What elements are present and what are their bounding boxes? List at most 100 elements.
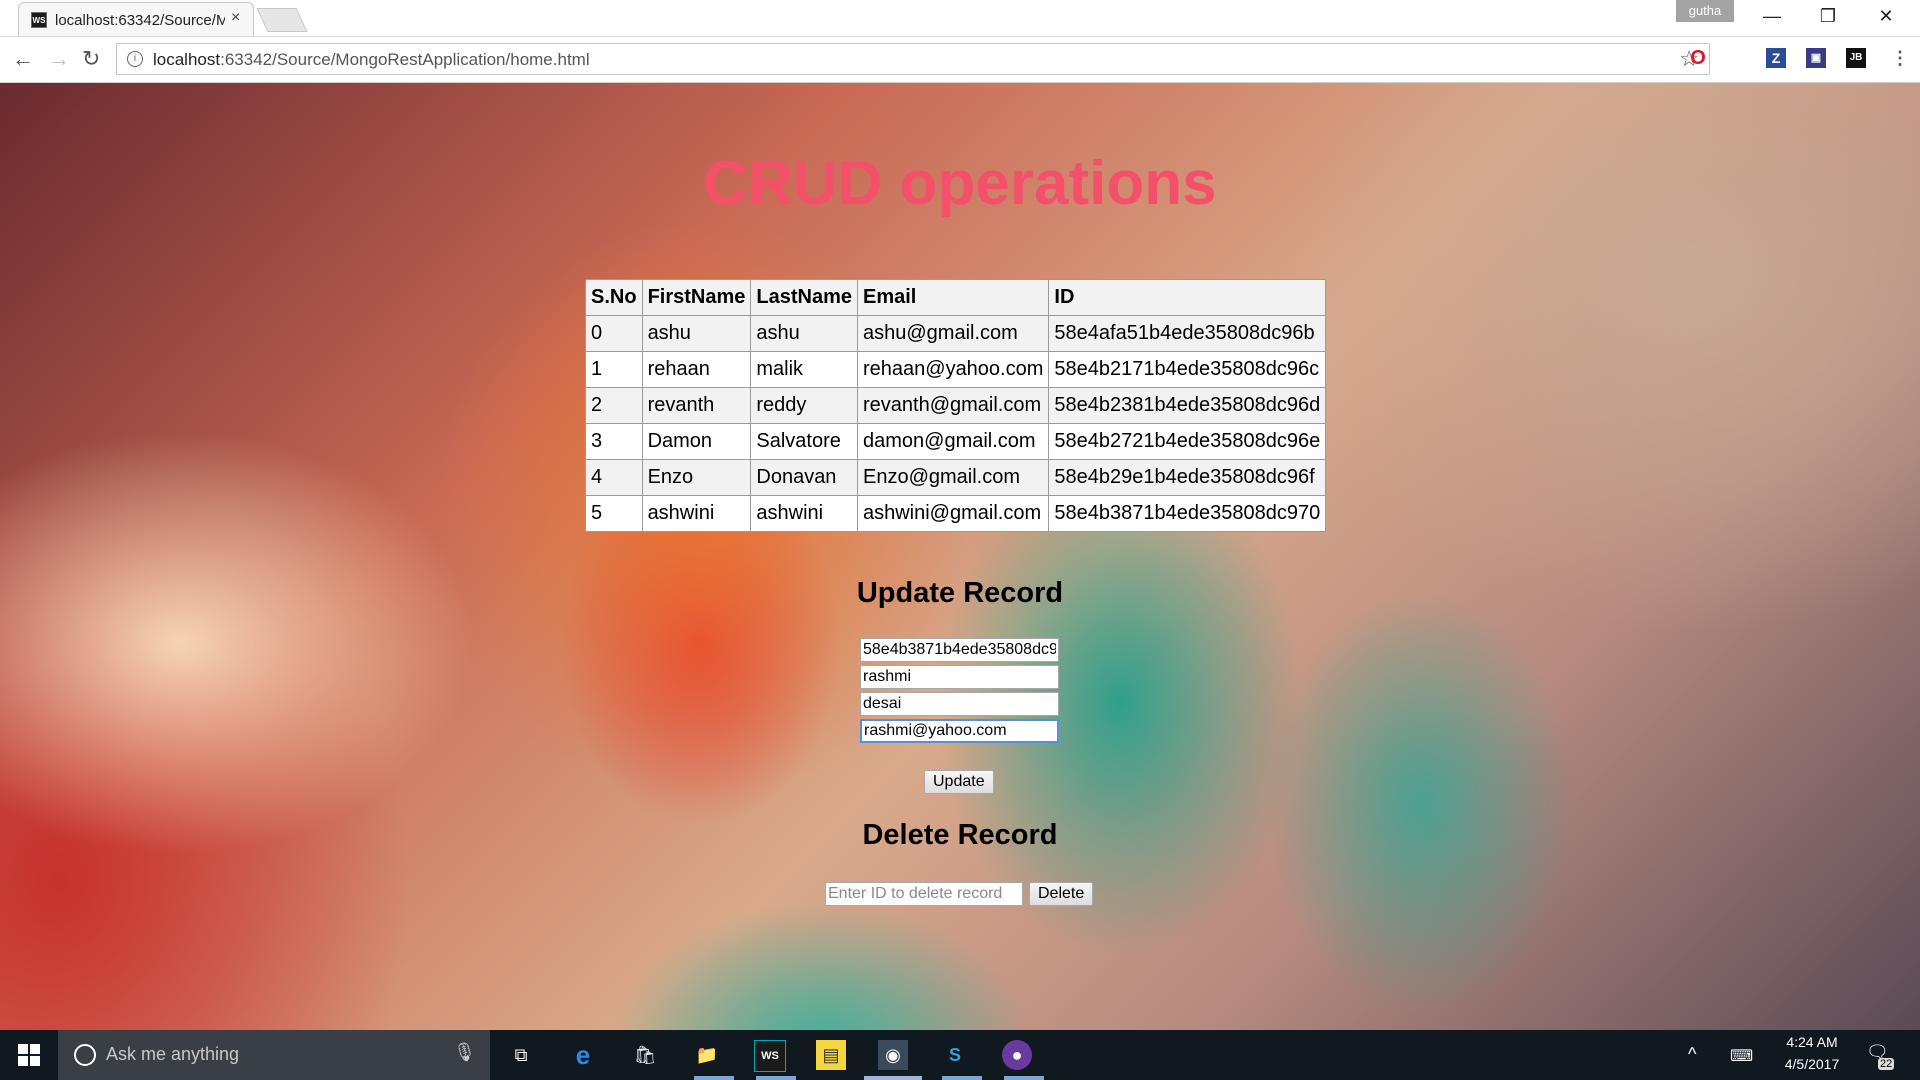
close-window-icon[interactable]: ✕ (1866, 6, 1906, 27)
notification-count: 22 (1878, 1058, 1895, 1070)
cell-lastname: ashu (750, 315, 858, 352)
windows-start-icon[interactable] (18, 1044, 40, 1066)
cell-id: 58e4b2721b4ede35808dc96e (1048, 423, 1327, 460)
update-email-field[interactable] (860, 719, 1059, 743)
cell-firstname: ashwini (641, 495, 752, 532)
new-tab-button[interactable] (256, 8, 308, 32)
webstorm-icon[interactable]: WS (754, 1040, 786, 1072)
header-id: ID (1048, 279, 1327, 316)
header-lastname: LastName (750, 279, 858, 316)
reload-icon[interactable]: ↻ (82, 46, 100, 72)
cell-lastname: malik (750, 351, 858, 388)
active-indicator-chrome (864, 1076, 922, 1080)
update-lastname-field[interactable] (860, 692, 1059, 716)
url-path: :63342/Source/MongoRestApplication/home.… (220, 50, 590, 69)
sticky-notes-icon[interactable]: ▤ (816, 1040, 846, 1070)
minimize-icon[interactable]: — (1752, 6, 1792, 27)
url-host: localhost (153, 50, 221, 69)
cell-sno: 3 (585, 423, 643, 460)
store-icon[interactable]: 🛍 (630, 1040, 660, 1070)
github-icon[interactable]: ● (1002, 1040, 1032, 1070)
clock-time[interactable]: 4:24 AM (1772, 1034, 1852, 1050)
back-icon[interactable]: ← (12, 46, 34, 72)
restore-icon[interactable]: ❐ (1808, 6, 1848, 27)
table-row: 3 Damon Salvatore damon@gmail.com 58e4b2… (585, 423, 1327, 460)
cell-lastname: reddy (750, 387, 858, 424)
cell-sno: 4 (585, 459, 643, 496)
zotero-icon[interactable]: Z (1766, 48, 1786, 68)
browser-tab[interactable]: WS localhost:63342/Source/MongoRestAppli… (18, 2, 254, 36)
header-sno: S.No (585, 279, 643, 316)
table-row: 1 rehaan malik rehaan@yahoo.com 58e4b217… (585, 351, 1327, 388)
cell-email: ashu@gmail.com (856, 315, 1050, 352)
cell-lastname: ashwini (750, 495, 858, 532)
jetbrains-ext-icon[interactable]: ▣ (1806, 48, 1826, 68)
delete-id-input[interactable] (825, 882, 1023, 906)
edge-icon[interactable]: e (568, 1040, 598, 1070)
table-row: 2 revanth reddy revanth@gmail.com 58e4b2… (585, 387, 1327, 424)
table-row: 0 ashu ashu ashu@gmail.com 58e4afa51b4ed… (585, 315, 1327, 352)
cell-email: revanth@gmail.com (856, 387, 1050, 424)
browser-toolbar: ← → ↻ i localhost:63342/Source/MongoRest… (0, 37, 1920, 83)
cell-email: damon@gmail.com (856, 423, 1050, 460)
chrome-icon[interactable]: ◉ (878, 1040, 908, 1070)
update-firstname-field[interactable] (860, 665, 1059, 689)
header-firstname: FirstName (641, 279, 752, 316)
cell-lastname: Salvatore (750, 423, 858, 460)
cortana-icon (74, 1044, 96, 1066)
taskbar: Ask me anything 🎙 ⧉ e 🛍 📁 WS ▤ ◉ S ● ^ ⌨… (0, 1030, 1920, 1080)
page-viewport: CRUD operations S.No FirstName LastName … (0, 83, 1920, 1030)
cell-email: ashwini@gmail.com (856, 495, 1050, 532)
cell-sno: 0 (585, 315, 643, 352)
update-id-field[interactable] (860, 638, 1059, 662)
table-row: 4 Enzo Donavan Enzo@gmail.com 58e4b29e1b… (585, 459, 1327, 496)
cell-id: 58e4b2171b4ede35808dc96c (1048, 351, 1327, 388)
header-email: Email (856, 279, 1050, 316)
jb-icon[interactable]: JB (1846, 48, 1866, 68)
profile-badge[interactable]: gutha (1676, 0, 1734, 22)
tab-strip: WS localhost:63342/Source/MongoRestAppli… (0, 0, 1920, 37)
opera-icon[interactable]: O (1688, 48, 1708, 68)
cortana-search-box[interactable]: Ask me anything 🎙 (58, 1030, 490, 1080)
update-record-title: Update Record (856, 577, 1064, 609)
file-explorer-icon[interactable]: 📁 (692, 1040, 722, 1070)
cell-firstname: Enzo (641, 459, 752, 496)
tray-chevron-icon[interactable]: ^ (1688, 1044, 1696, 1065)
tab-close-icon[interactable]: × (231, 9, 240, 27)
menu-icon[interactable]: ⋮ (1890, 48, 1910, 68)
delete-button[interactable]: Delete (1029, 882, 1094, 906)
active-indicator-webstorm (756, 1076, 796, 1080)
cell-email: rehaan@yahoo.com (856, 351, 1050, 388)
active-indicator-skype (942, 1076, 982, 1080)
microphone-icon[interactable]: 🎙 (453, 1042, 476, 1063)
cell-id: 58e4b29e1b4ede35808dc96f (1048, 459, 1327, 496)
task-view-icon[interactable]: ⧉ (506, 1040, 536, 1070)
cell-sno: 2 (585, 387, 643, 424)
webstorm-favicon-icon: WS (31, 12, 47, 28)
cell-id: 58e4afa51b4ede35808dc96b (1048, 315, 1327, 352)
active-indicator-explorer (694, 1076, 734, 1080)
records-table: S.No FirstName LastName Email ID 0 ashu … (585, 279, 1327, 532)
cell-sno: 1 (585, 351, 643, 388)
table-row: 5 ashwini ashwini ashwini@gmail.com 58e4… (585, 495, 1327, 532)
address-bar[interactable]: i localhost:63342/Source/MongoRestApplic… (116, 43, 1710, 75)
info-icon[interactable]: i (127, 51, 143, 67)
cell-lastname: Donavan (750, 459, 858, 496)
cell-email: Enzo@gmail.com (856, 459, 1050, 496)
search-placeholder: Ask me anything (106, 1044, 240, 1064)
forward-icon[interactable]: → (48, 46, 70, 72)
cell-firstname: Damon (641, 423, 752, 460)
delete-record-title: Delete Record (862, 819, 1058, 851)
cell-firstname: rehaan (641, 351, 752, 388)
page-title: CRUD operations (703, 149, 1217, 218)
table-header-row: S.No FirstName LastName Email ID (585, 279, 1327, 316)
cell-firstname: revanth (641, 387, 752, 424)
clock-date[interactable]: 4/5/2017 (1772, 1056, 1852, 1072)
tab-title: localhost:63342/Source/MongoRestApplicat… (55, 12, 225, 29)
cell-id: 58e4b3871b4ede35808dc970 (1048, 495, 1327, 532)
address-url[interactable]: localhost:63342/Source/MongoRestApplicat… (153, 50, 590, 70)
keyboard-icon[interactable]: ⌨ (1730, 1046, 1753, 1066)
cell-firstname: ashu (641, 315, 752, 352)
update-button[interactable]: Update (924, 770, 994, 794)
skype-icon[interactable]: S (940, 1040, 970, 1070)
